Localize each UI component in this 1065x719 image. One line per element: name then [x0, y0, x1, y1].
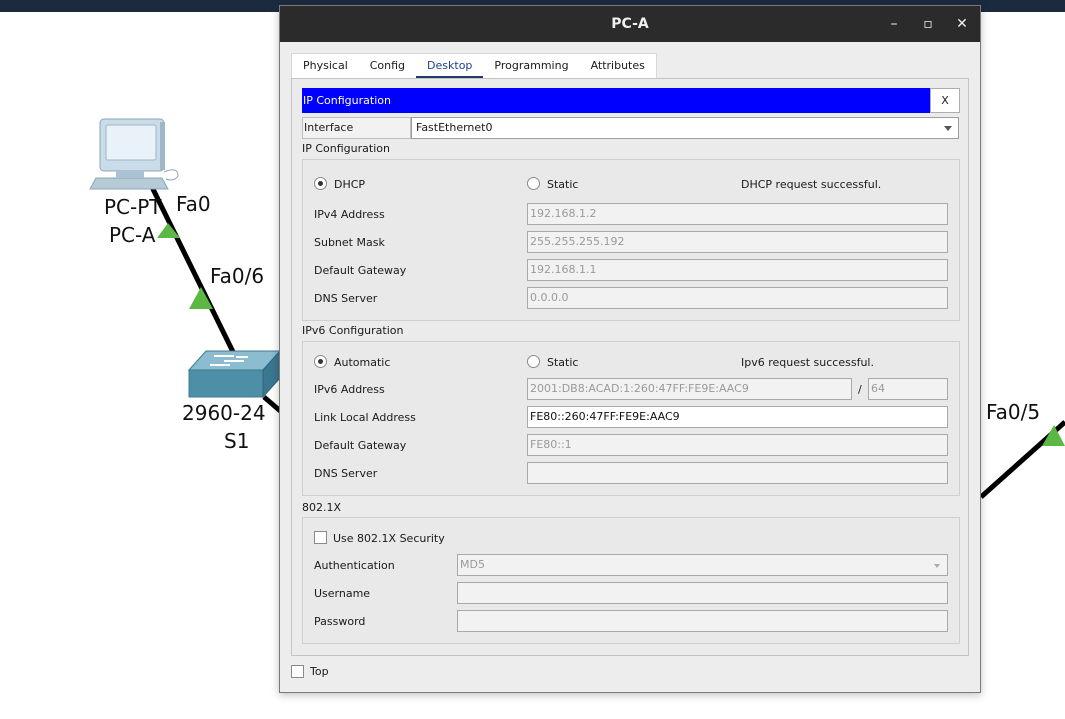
- ipv6-automatic-label: Automatic: [334, 356, 391, 369]
- ipv4-static-label: Static: [547, 178, 579, 191]
- ipv4-gateway-label: Default Gateway: [314, 264, 407, 277]
- interface-label: Interface: [302, 117, 411, 139]
- link-status-pc: [157, 223, 180, 238]
- password-field[interactable]: [457, 610, 948, 632]
- ipv6-status-text: Ipv6 request successful.: [741, 356, 874, 369]
- window-title: PC-A: [611, 16, 649, 32]
- chevron-down-icon: [934, 564, 940, 568]
- tab-bar: Physical Config Desktop Programming Attr…: [291, 53, 657, 79]
- pc-type-label: PC-PT: [104, 195, 162, 219]
- ipv4-address-field[interactable]: 192.168.1.2: [527, 203, 948, 225]
- authentication-value: MD5: [460, 558, 485, 571]
- ipv6-section-title: IPv6 Configuration: [302, 324, 404, 337]
- dot1x-group: Use 802.1X Security Authentication MD5 U…: [302, 517, 960, 644]
- tab-config[interactable]: Config: [359, 54, 416, 78]
- prefix-separator: /: [858, 383, 862, 396]
- ipv4-dns-field[interactable]: 0.0.0.0: [527, 287, 948, 309]
- ipv6-gateway-label: Default Gateway: [314, 439, 407, 452]
- top-label: Top: [310, 665, 329, 678]
- dhcp-radio[interactable]: [314, 177, 327, 190]
- minimize-button[interactable]: –: [884, 14, 904, 34]
- username-label: Username: [314, 587, 371, 600]
- link-local-label: Link Local Address: [314, 411, 416, 424]
- chevron-down-icon: [944, 126, 952, 131]
- ipv4-dns-label: DNS Server: [314, 292, 378, 305]
- pc-port-label: Fa0: [176, 192, 211, 216]
- ipv6-group: Automatic Static Ipv6 request successful…: [302, 341, 960, 496]
- pc-name-label: PC-A: [109, 223, 156, 247]
- link-local-field[interactable]: FE80::260:47FF:FE9E:AAC9: [527, 406, 948, 428]
- switch-model-label: 2960-24: [182, 401, 266, 425]
- use-8021x-label: Use 802.1X Security: [333, 532, 445, 545]
- interface-value: FastEthernet0: [416, 121, 493, 134]
- ipv6-address-field[interactable]: 2001:DB8:ACAD:1:260:47FF:FE9E:AAC9: [527, 378, 852, 400]
- ipv6-static-radio[interactable]: [527, 355, 540, 368]
- switch-port-label: Fa0/6: [210, 264, 265, 288]
- ip-config-header: IP Configuration: [302, 88, 930, 113]
- top-checkbox[interactable]: [291, 665, 304, 678]
- close-window-button[interactable]: ✕: [952, 14, 972, 34]
- dhcp-label: DHCP: [334, 178, 366, 191]
- use-8021x-checkbox[interactable]: [314, 531, 327, 544]
- pc-icon[interactable]: [89, 118, 179, 190]
- authentication-select[interactable]: MD5: [457, 554, 948, 576]
- dhcp-status-text: DHCP request successful.: [741, 178, 882, 191]
- subnet-mask-field[interactable]: 255.255.255.192: [527, 231, 948, 253]
- password-label: Password: [314, 615, 366, 628]
- window-titlebar[interactable]: PC-A – ▫ ✕: [280, 6, 980, 42]
- ipv6-static-label: Static: [547, 356, 579, 369]
- tab-desktop[interactable]: Desktop: [416, 54, 484, 79]
- dot1x-section-title: 802.1X: [302, 501, 342, 514]
- ipv6-prefix-field[interactable]: 64: [868, 378, 948, 400]
- link-status-switch: [189, 287, 213, 309]
- pc-dialog-window: PC-A – ▫ ✕ Physical Config Desktop Progr…: [279, 5, 981, 693]
- interface-select[interactable]: FastEthernet0: [411, 117, 959, 139]
- tab-programming[interactable]: Programming: [483, 54, 579, 78]
- subnet-mask-label: Subnet Mask: [314, 236, 385, 249]
- ipv4-gateway-field[interactable]: 192.168.1.1: [527, 259, 948, 281]
- ipv6-dns-label: DNS Server: [314, 467, 378, 480]
- ipv4-section-title: IP Configuration: [302, 142, 390, 155]
- ipv6-dns-field[interactable]: [527, 462, 948, 484]
- ipv6-automatic-radio[interactable]: [314, 355, 327, 368]
- switch-name-label: S1: [224, 429, 250, 453]
- right-port-label: Fa0/5: [986, 400, 1041, 424]
- switch-icon[interactable]: [187, 349, 282, 399]
- authentication-label: Authentication: [314, 559, 395, 572]
- ipv4-address-label: IPv4 Address: [314, 208, 385, 221]
- tab-attributes[interactable]: Attributes: [580, 54, 656, 78]
- ipv6-address-label: IPv6 Address: [314, 383, 385, 396]
- ipv6-gateway-field[interactable]: FE80::1: [527, 434, 948, 456]
- tab-physical[interactable]: Physical: [292, 54, 359, 78]
- username-field[interactable]: [457, 582, 948, 604]
- desktop-panel: IP Configuration X Interface FastEtherne…: [291, 78, 969, 656]
- maximize-button[interactable]: ▫: [918, 14, 938, 34]
- ip-config-close-button[interactable]: X: [930, 88, 960, 113]
- ipv4-static-radio[interactable]: [527, 177, 540, 190]
- ipv4-group: DHCP Static DHCP request successful. IPv…: [302, 159, 960, 321]
